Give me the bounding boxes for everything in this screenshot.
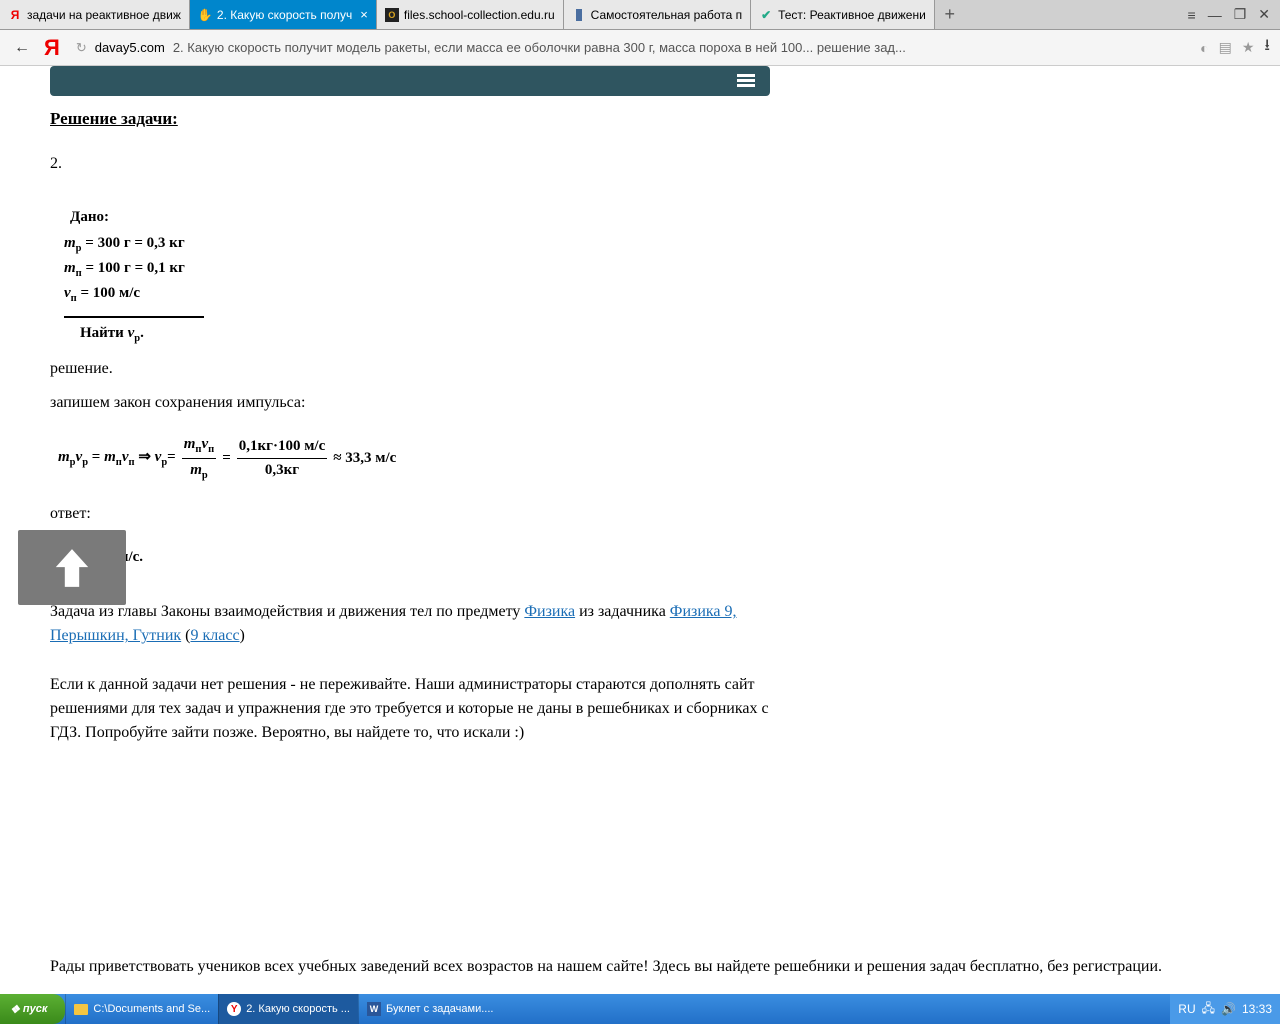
menu-icon[interactable]: ≡ — [1188, 7, 1196, 23]
given-divider — [64, 316, 204, 318]
doc-icon — [572, 8, 586, 22]
clock[interactable]: 13:33 — [1242, 1002, 1272, 1016]
answer: vр ≈ 33,3 м/с. — [60, 546, 1230, 571]
language-indicator[interactable]: RU — [1178, 1002, 1195, 1016]
globe-icon[interactable]: ◐ — [1200, 40, 1208, 56]
address-actions: ◐ ▤ ★ — [1200, 39, 1254, 56]
back-button[interactable]: ← — [10, 36, 34, 60]
window-controls: ≡ — ❐ ✕ — [1178, 0, 1280, 29]
given-label: Дано: — [70, 206, 1230, 229]
page-viewport[interactable]: Решение задачи: 2. Дано: mр = 300 г = 0,… — [0, 66, 1280, 994]
hand-icon: ✋ — [198, 8, 212, 22]
tray-icon-1[interactable]: 🖧 — [1202, 999, 1215, 1020]
tab-5[interactable]: ✔ Тест: Реактивное движени — [751, 0, 935, 29]
bookmark-icon[interactable]: ★ — [1242, 39, 1255, 56]
tab-4[interactable]: Самостоятельная работа п — [564, 0, 751, 29]
tab-3[interactable]: O files.school-collection.edu.ru — [377, 0, 564, 29]
word-icon: W — [367, 1002, 381, 1016]
address-bar: ← Я ↻ davay5.com 2. Какую скорость получ… — [0, 30, 1280, 66]
tab-label: Тест: Реактивное движени — [778, 8, 926, 22]
volume-icon[interactable]: 🔊 — [1221, 1002, 1236, 1016]
reader-icon[interactable]: ▤ — [1219, 39, 1232, 56]
answer-label: ответ: — [50, 502, 1230, 526]
yandex-icon: Я — [8, 8, 22, 22]
help-text: Если к данной задачи нет решения - не пе… — [50, 673, 770, 745]
minimize-icon[interactable]: — — [1208, 7, 1222, 23]
given-line-3: vп = 100 м/с — [64, 282, 1230, 307]
folder-icon — [74, 1004, 88, 1015]
close-tab-icon[interactable]: × — [360, 7, 368, 22]
start-label: пуск — [23, 1003, 48, 1015]
problem-source: Задача из главы Законы взаимодействия и … — [50, 600, 770, 648]
problem-number: 2. — [50, 152, 1230, 176]
given-line-2: mп = 100 г = 0,1 кг — [64, 257, 1230, 282]
start-button[interactable]: ❖ пуск — [0, 994, 65, 1024]
welcome-text: Рады приветствовать учеников всех учебны… — [50, 955, 1230, 979]
taskbar-item-3[interactable]: W Буклет с задачами.... — [358, 994, 501, 1024]
task-label: 2. Какую скорость ... — [246, 1003, 350, 1015]
yandex-icon: Y — [227, 1002, 241, 1016]
url-domain: davay5.com — [95, 40, 165, 55]
link-grade[interactable]: 9 класс — [190, 627, 239, 644]
arrow-up-icon — [54, 547, 90, 589]
formula: mрvр = mпvп ⇒ vр= mпvпmр = 0,1кг·100 м/с… — [58, 433, 1230, 484]
task-label: C:\Documents and Se... — [93, 1003, 210, 1015]
scroll-to-top-button[interactable] — [18, 530, 126, 605]
taskbar-item-2[interactable]: Y 2. Какую скорость ... — [218, 994, 358, 1024]
tab-label: 2. Какую скорость получ — [217, 8, 352, 22]
nav-bar — [50, 66, 770, 96]
given-line-1: mр = 300 г = 0,3 кг — [64, 232, 1230, 257]
reload-icon[interactable]: ↻ — [76, 40, 87, 56]
tab-label: задачи на реактивное движ — [27, 8, 181, 22]
link-subject[interactable]: Физика — [524, 603, 575, 620]
maximize-icon[interactable]: ❐ — [1234, 6, 1247, 23]
problem-heading: Решение задачи: — [50, 106, 1230, 132]
close-window-icon[interactable]: ✕ — [1258, 6, 1270, 23]
task-label: Буклет с задачами.... — [386, 1003, 493, 1015]
solution-label: решение. — [50, 357, 1230, 381]
windows-taskbar: ❖ пуск C:\Documents and Se... Y 2. Какую… — [0, 994, 1280, 1024]
system-tray: RU 🖧 🔊 13:33 — [1170, 994, 1280, 1024]
taskbar-item-1[interactable]: C:\Documents and Se... — [65, 994, 218, 1024]
page-content: Решение задачи: 2. Дано: mр = 300 г = 0,… — [0, 66, 1280, 994]
tab-2-active[interactable]: ✋ 2. Какую скорость получ × — [190, 0, 377, 29]
new-tab-button[interactable]: + — [935, 0, 965, 29]
tab-label: Самостоятельная работа п — [591, 8, 742, 22]
hamburger-icon[interactable] — [737, 72, 755, 89]
url-field[interactable]: ↻ davay5.com 2. Какую скорость получит м… — [70, 40, 1190, 56]
collection-icon: O — [385, 8, 399, 22]
tab-1[interactable]: Я задачи на реактивное движ — [0, 0, 190, 29]
downloads-icon[interactable]: ⭳ — [1264, 34, 1270, 61]
find-label: Найти vр. — [80, 322, 1230, 347]
law-text: запишем закон сохранения импульса: — [50, 391, 1230, 415]
yandex-logo[interactable]: Я — [44, 35, 60, 61]
tab-label: files.school-collection.edu.ru — [404, 8, 555, 22]
url-title: 2. Какую скорость получит модель ракеты,… — [173, 40, 906, 55]
browser-tabs-bar: Я задачи на реактивное движ ✋ 2. Какую с… — [0, 0, 1280, 30]
start-icon: ❖ — [10, 1003, 20, 1016]
checkmark-icon: ✔ — [759, 8, 773, 22]
